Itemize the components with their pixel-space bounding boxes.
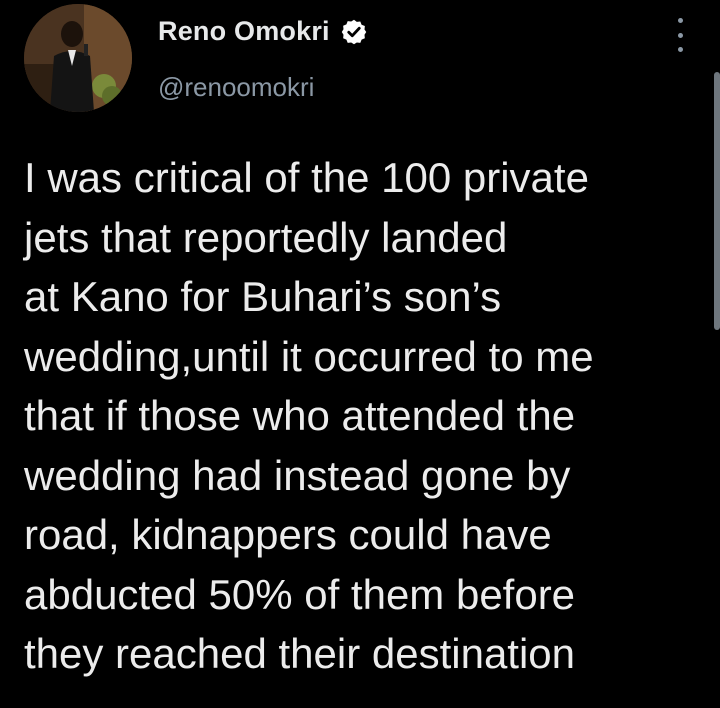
tweet-text-line: they reached their destination	[24, 630, 576, 677]
tweet-text-line: abducted 50% of them before	[24, 570, 576, 618]
tweet-text-line: I was critical of the 100 private	[24, 154, 589, 201]
tweet-card: Reno Omokri @renoomokri I was critical o…	[0, 0, 720, 708]
tweet-text-line: that if those who attended the	[24, 392, 576, 439]
avatar-photo-icon	[24, 4, 132, 112]
more-dot	[677, 47, 683, 52]
tweet-text-line: at Kano for Buhari’s son’s	[24, 273, 502, 320]
tweet-text: I was critical of the 100 private jets t…	[24, 148, 704, 684]
author-handle[interactable]: @renoomokri	[158, 72, 314, 103]
more-dot	[677, 32, 683, 38]
tweet-text-line: wedding had instead gone by	[24, 451, 571, 499]
tweet-text-line: wedding,until it occurred to me	[24, 332, 594, 380]
display-name[interactable]: Reno Omokri	[158, 16, 330, 47]
avatar[interactable]	[24, 4, 132, 112]
author-name-row[interactable]: Reno Omokri	[158, 16, 368, 47]
more-dot	[677, 18, 683, 23]
tweet-text-line: jets that reportedly landed	[24, 213, 508, 261]
scrollbar[interactable]	[714, 72, 720, 330]
tweet-text-line: road, kidnappers could have	[24, 511, 552, 558]
verified-badge-icon	[340, 18, 368, 46]
more-options-icon[interactable]	[670, 18, 690, 52]
